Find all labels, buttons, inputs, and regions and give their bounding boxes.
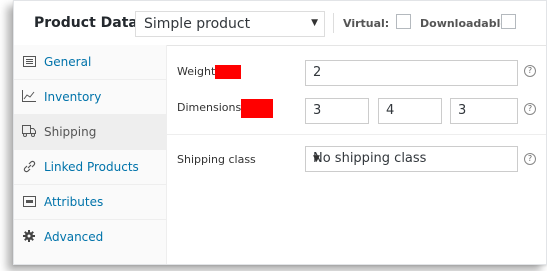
tab-attributes[interactable]: Attributes	[14, 185, 166, 220]
tab-shipping-label: Shipping	[44, 125, 97, 139]
product-type-value: Simple product	[144, 16, 251, 32]
virtual-label: Virtual:	[343, 17, 390, 30]
general-icon	[22, 54, 36, 68]
redacted-weight-unit	[215, 65, 242, 79]
tab-general-label: General	[44, 55, 92, 69]
weight-help-icon[interactable]: ?	[524, 65, 536, 77]
weight-input[interactable]: 2	[305, 60, 518, 86]
product-type-select[interactable]: Simple product ▼	[135, 11, 325, 37]
shipping-class-label: Shipping class	[177, 153, 256, 166]
downloadable-checkbox[interactable]	[501, 14, 516, 29]
tab-shipping[interactable]: Shipping	[14, 115, 166, 150]
chevron-down-icon: ▼	[311, 18, 318, 28]
tab-advanced-label: Advanced	[44, 230, 104, 244]
attributes-icon	[22, 194, 36, 208]
tab-general[interactable]: General	[14, 45, 166, 80]
tab-inventory[interactable]: Inventory	[14, 80, 166, 115]
weight-label: Weight	[177, 65, 242, 79]
shipping-icon	[22, 124, 36, 138]
product-data-header: Product Data — Simple product ▼ Virtual:…	[14, 1, 546, 46]
header-divider	[333, 13, 334, 33]
shipping-class-select[interactable]: No shipping class ▼	[305, 146, 518, 172]
dimensions-label: Dimensions	[177, 99, 274, 118]
tab-linked-products-label: Linked Products	[44, 160, 139, 174]
chevron-down-icon: ▼	[313, 154, 320, 164]
tab-attributes-label: Attributes	[44, 195, 104, 209]
shipping-class-help-icon[interactable]: ?	[524, 153, 536, 165]
dimensions-help-icon[interactable]: ?	[524, 103, 536, 115]
tab-inventory-label: Inventory	[44, 90, 102, 104]
redacted-dimensions-unit	[241, 99, 274, 118]
width-input[interactable]: 4	[378, 98, 442, 124]
product-data-tabs: General Inventory Shipping Linked Produc…	[14, 45, 167, 264]
inventory-icon	[22, 89, 36, 103]
shipping-panel: Weight 2 ? Dimensions 3 4 3 ? Shipping c…	[167, 45, 546, 264]
length-input[interactable]: 3	[305, 98, 369, 124]
tab-linked-products[interactable]: Linked Products	[14, 150, 166, 185]
tab-advanced[interactable]: Advanced	[14, 220, 166, 255]
product-data-panel: Product Data — Simple product ▼ Virtual:…	[13, 0, 547, 265]
downloadable-label: Downloadable:	[420, 17, 513, 30]
section-divider	[167, 134, 546, 135]
link-icon	[22, 159, 36, 173]
height-input[interactable]: 3	[450, 98, 518, 124]
virtual-checkbox[interactable]	[396, 14, 411, 29]
gear-icon	[22, 229, 36, 243]
